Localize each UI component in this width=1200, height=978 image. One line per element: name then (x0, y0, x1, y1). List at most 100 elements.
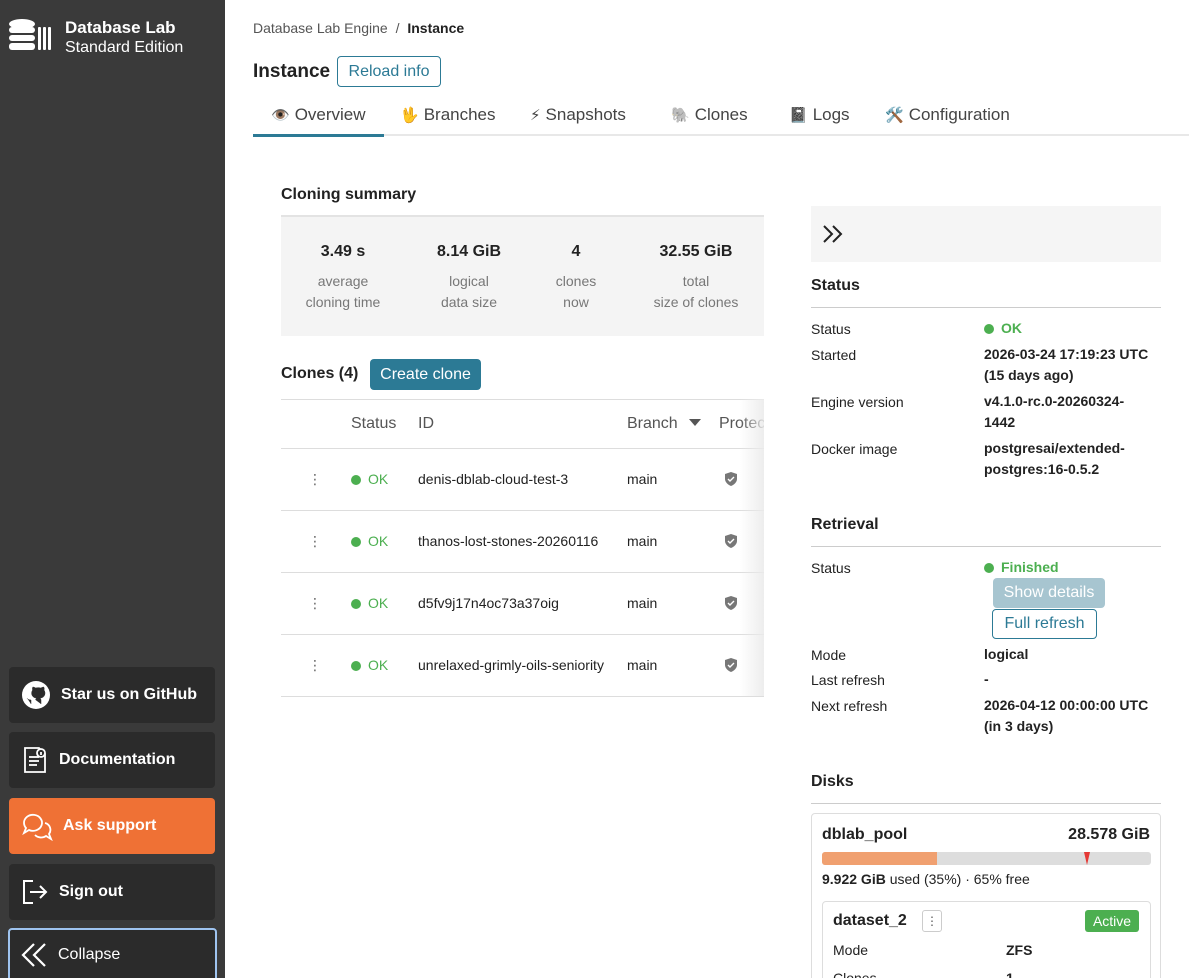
full-refresh-button[interactable]: Full refresh (992, 609, 1097, 639)
stat-value: 4 (571, 243, 581, 260)
next-refresh-datetime: 2026-04-12 00:00:00 UTC (984, 697, 1149, 713)
stat-label: logical (449, 273, 489, 289)
tab-configuration[interactable]: 🛠️ Configuration (885, 96, 1010, 134)
vulcan-hand-icon: 🖖 (400, 107, 419, 124)
table-scroll-fade (740, 399, 764, 696)
table-row[interactable]: ⋮ OK d5fv9j17n4oc73a37oig main (281, 573, 764, 635)
tab-clones[interactable]: 🐘 Clones (671, 96, 748, 134)
disk-card: dblab_pool 28.578 GiB 9.922 GiB used (35… (811, 813, 1161, 978)
collapse-label: Collapse (58, 946, 121, 963)
docker-image-label: Docker image (811, 441, 898, 457)
row-id[interactable]: thanos-lost-stones-20260116 (418, 533, 598, 549)
mode-value: logical (984, 646, 1029, 662)
ask-support-button[interactable]: Ask support (9, 798, 215, 854)
github-icon (22, 681, 50, 709)
started-datetime: 2026-03-24 17:19:23 UTC (984, 346, 1149, 362)
column-status[interactable]: Status (351, 415, 396, 433)
status-dot-icon (351, 537, 361, 547)
cloning-summary-title: Cloning summary (281, 186, 417, 203)
column-branch-label: Branch (627, 415, 678, 432)
status-dot-icon (984, 563, 994, 573)
tab-overview[interactable]: 👁️ Overview (253, 96, 384, 137)
row-status-text: OK (368, 533, 389, 549)
stat-label: size of clones (653, 294, 739, 310)
row-id[interactable]: d5fv9j17n4oc73a37oig (418, 595, 559, 611)
divider (811, 307, 1161, 308)
row-menu-icon[interactable]: ⋮ (308, 595, 322, 612)
started-ago: (15 days ago) (984, 367, 1074, 383)
breadcrumb-current: Instance (407, 20, 465, 36)
database-logo-icon (9, 19, 51, 50)
dataset-menu-icon[interactable]: ⋮ (922, 910, 942, 932)
sidebar: Database Lab Standard Edition Star us on… (0, 0, 225, 978)
double-chevron-left-icon (21, 943, 46, 967)
docker-image-line2: postgres:16-0.5.2 (984, 461, 1100, 477)
row-menu-icon[interactable]: ⋮ (308, 533, 322, 550)
status-value-text: OK (1001, 320, 1022, 336)
dataset-clones-label: Clones (833, 970, 877, 978)
table-row[interactable]: ⋮ OK denis-dblab-cloud-test-3 main (281, 449, 764, 511)
row-status-text: OK (368, 657, 389, 673)
row-id[interactable]: unrelaxed-grimly-oils-seniority (418, 657, 604, 673)
column-id[interactable]: ID (418, 415, 434, 433)
create-clone-button[interactable]: Create clone (370, 359, 481, 390)
shield-icon (725, 658, 737, 672)
sign-out-label: Sign out (59, 883, 123, 900)
tab-configuration-label: Configuration (908, 105, 1010, 124)
tab-bar: 👁️ Overview 🖖 Branches ⚡ Snapshots 🐘 Clo… (253, 96, 1189, 137)
tab-logs[interactable]: 📓 Logs (789, 96, 850, 134)
disk-usage-bar (822, 852, 1151, 865)
status-label: Status (811, 321, 851, 337)
stat-value: 8.14 GiB (436, 243, 502, 260)
started-label: Started (811, 347, 857, 363)
tab-branches[interactable]: 🖖 Branches (400, 96, 496, 134)
status-dot-icon (351, 661, 361, 671)
retrieval-status-value: Finished (984, 557, 1059, 578)
tab-snapshots[interactable]: ⚡ Snapshots (530, 96, 626, 134)
docker-image-value: postgresai/extended- postgres:16-0.5.2 (984, 438, 1125, 480)
reload-info-button[interactable]: Reload info (337, 56, 441, 87)
page-title: Instance (253, 61, 331, 82)
collapse-button[interactable]: Collapse (8, 928, 217, 978)
eye-icon: 👁️ (271, 107, 290, 124)
row-branch: main (627, 595, 658, 611)
breadcrumb-root[interactable]: Database Lab Engine (253, 20, 388, 36)
table-row[interactable]: ⋮ OK unrelaxed-grimly-oils-seniority mai… (281, 635, 764, 697)
status-value: OK (984, 318, 1022, 339)
breadcrumb-separator: / (395, 20, 400, 36)
stat-clones-now: 4 clones now (551, 243, 601, 313)
disk-threshold-marker (1084, 852, 1090, 865)
clones-table: Status ID Branch Protected ⋮ OK denis-db… (281, 399, 764, 697)
double-chevron-right-icon[interactable] (822, 224, 844, 244)
shield-icon (725, 534, 737, 548)
row-branch: main (627, 471, 658, 487)
dataset-clones-value: 1 (1006, 970, 1014, 978)
engine-version-value: v4.1.0-rc.0-20260324- 1442 (984, 391, 1124, 433)
dataset-mode-label: Mode (833, 942, 869, 958)
status-dot-icon (984, 324, 994, 334)
row-id[interactable]: denis-dblab-cloud-test-3 (418, 471, 568, 487)
row-menu-icon[interactable]: ⋮ (308, 657, 322, 674)
disk-usage-fill (822, 852, 938, 865)
documentation-button[interactable]: Documentation (9, 732, 215, 788)
divider (811, 803, 1161, 804)
stat-value: 3.49 s (320, 243, 366, 260)
status-dot-icon (351, 599, 361, 609)
sign-out-button[interactable]: Sign out (9, 864, 215, 920)
divider (811, 546, 1161, 547)
disk-used-amount: 9.922 GiB (822, 871, 886, 887)
retrieval-status-text: Finished (1001, 559, 1059, 575)
started-value: 2026-03-24 17:19:23 UTC (15 days ago) (984, 344, 1148, 386)
row-menu-icon[interactable]: ⋮ (308, 471, 322, 488)
disk-used-suffix: used (35%) · 65% free (885, 871, 1030, 887)
brand[interactable]: Database Lab Standard Edition (8, 18, 183, 58)
retrieval-status-label: Status (811, 560, 851, 576)
stat-cloning-time: 3.49 s average cloning time (304, 243, 382, 313)
stat-data-size: 8.14 GiB logical data size (429, 243, 509, 313)
table-row[interactable]: ⋮ OK thanos-lost-stones-20260116 main (281, 511, 764, 573)
show-details-button[interactable]: Show details (993, 578, 1105, 608)
star-github-button[interactable]: Star us on GitHub (9, 667, 215, 723)
breadcrumb: Database Lab Engine / Instance (253, 20, 464, 36)
column-branch[interactable]: Branch (627, 415, 702, 433)
tab-clones-label: Clones (694, 105, 748, 124)
